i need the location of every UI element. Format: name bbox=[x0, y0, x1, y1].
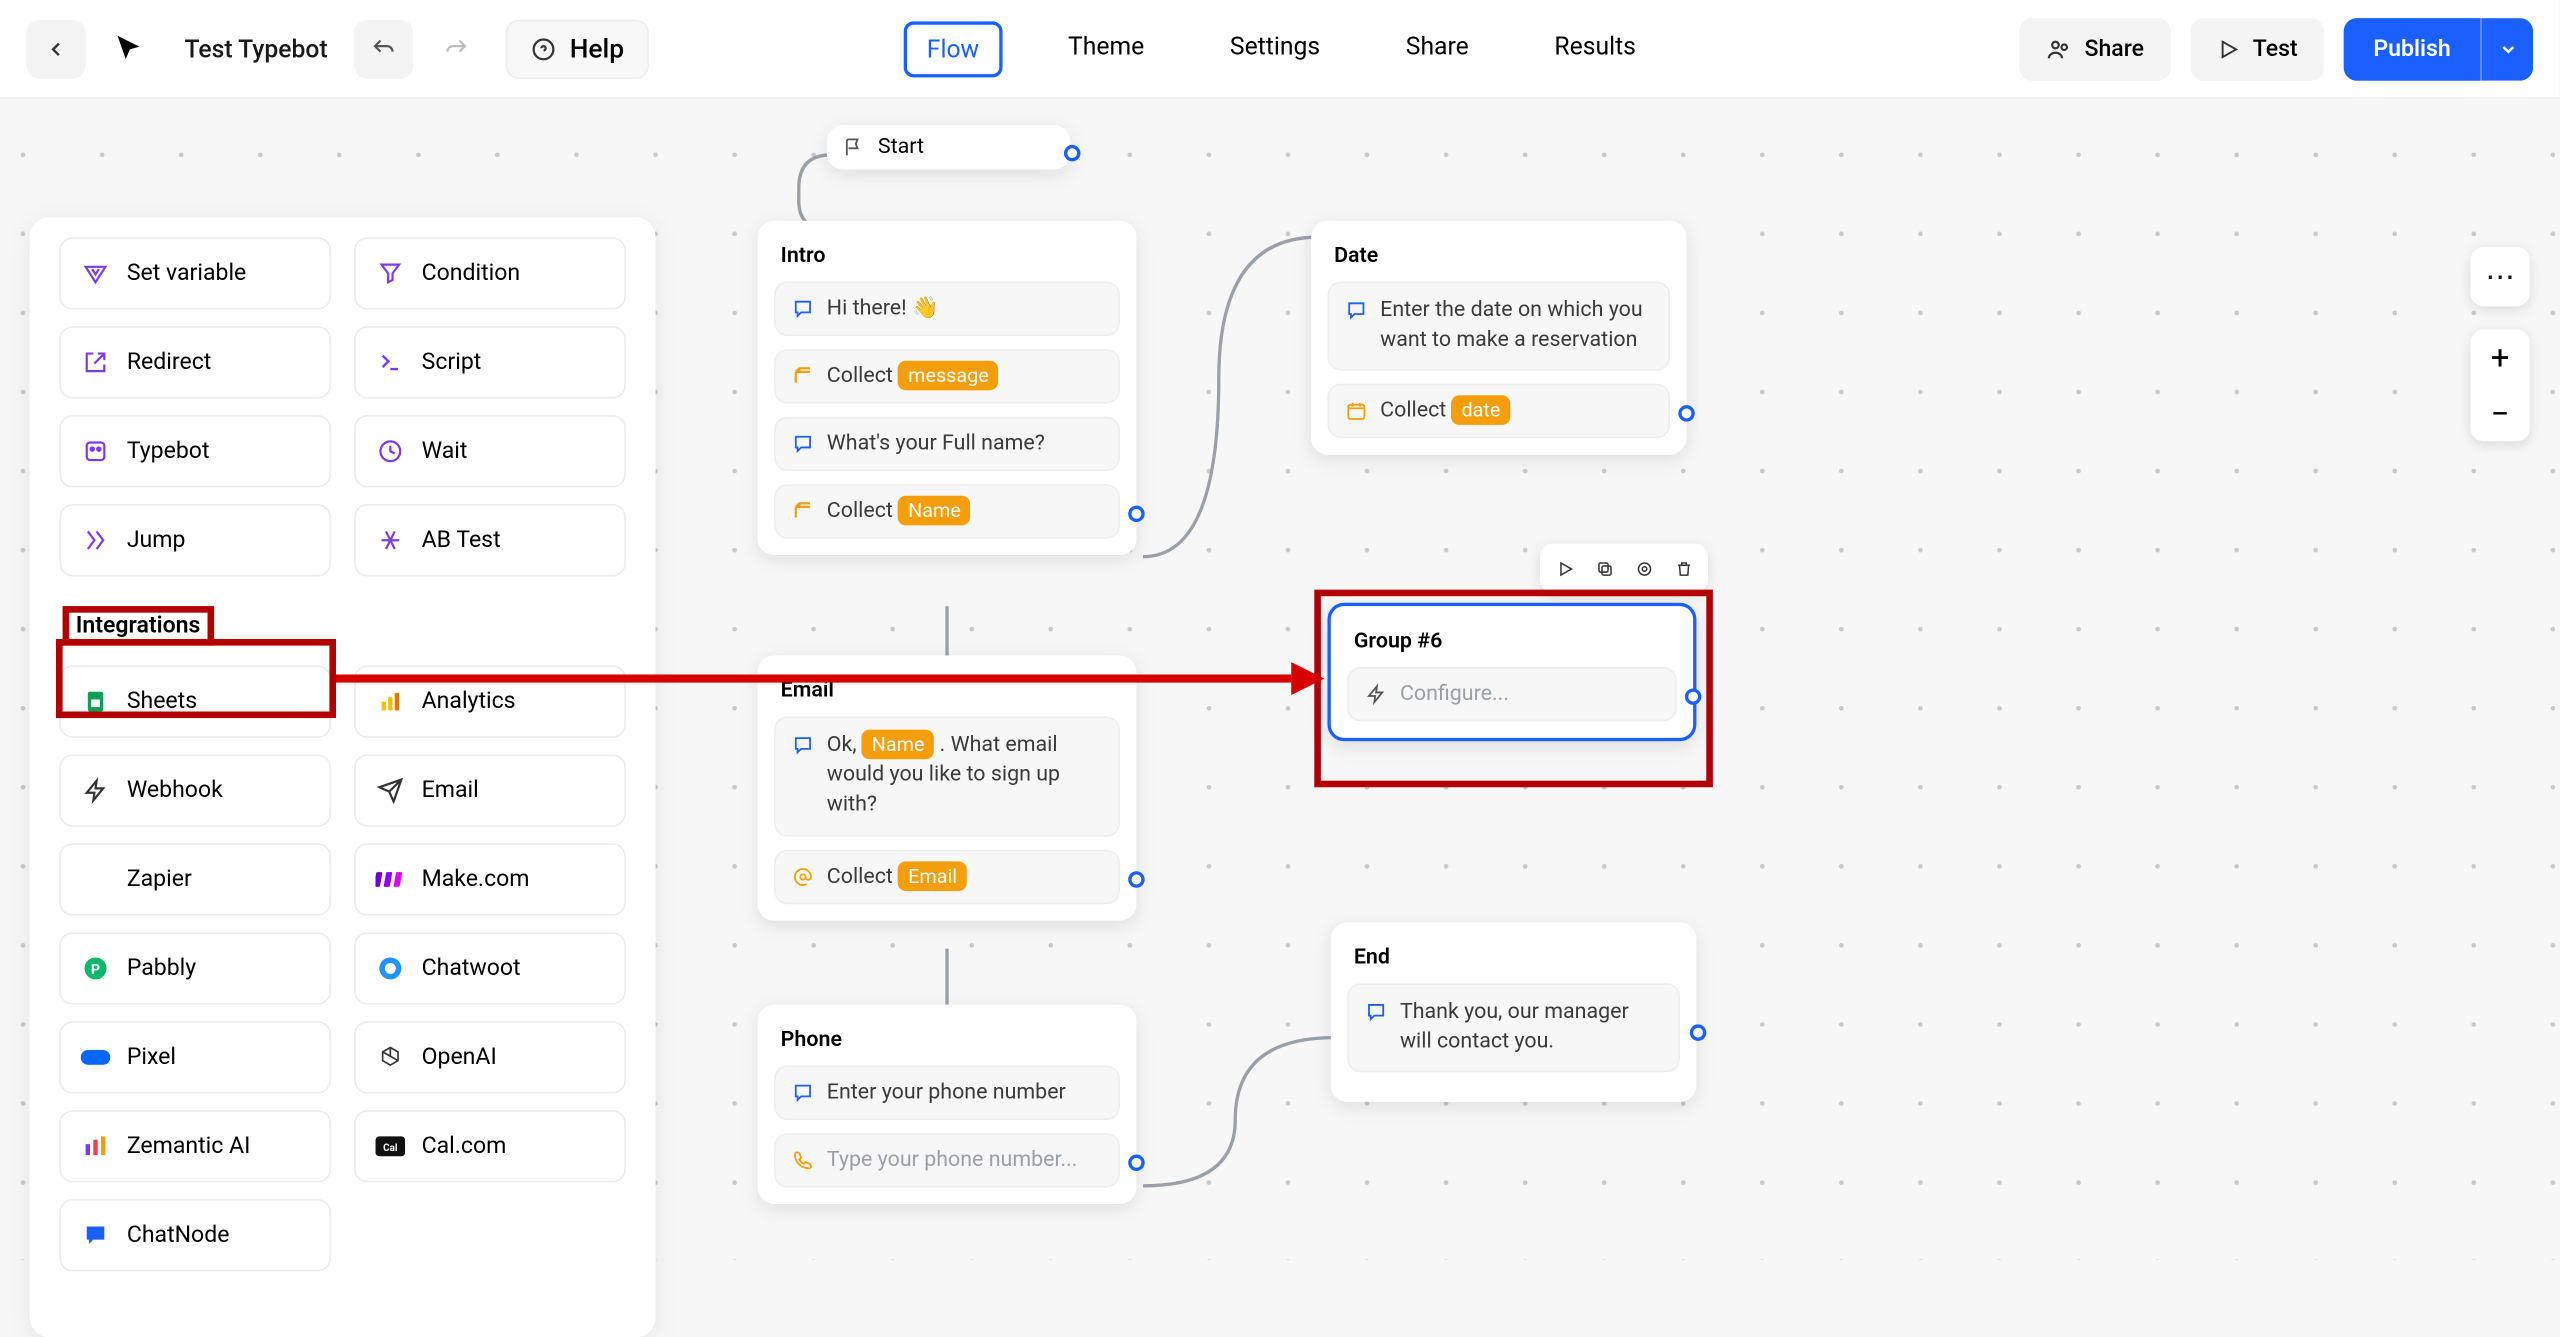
help-button[interactable]: Help bbox=[506, 19, 649, 78]
node-date[interactable]: Date Enter the date on which you want to… bbox=[1311, 221, 1687, 455]
block-jump[interactable]: Jump bbox=[59, 504, 331, 576]
block-zapier[interactable]: Zapier bbox=[59, 843, 331, 915]
toolbar-delete[interactable] bbox=[1665, 550, 1701, 586]
share-label: Share bbox=[2085, 35, 2144, 61]
block-wait[interactable]: Wait bbox=[354, 415, 626, 487]
toolbar-target[interactable] bbox=[1626, 550, 1662, 586]
publish-dropdown[interactable] bbox=[2480, 17, 2533, 80]
block-make[interactable]: Make.com bbox=[354, 843, 626, 915]
block-chatnode[interactable]: ChatNode bbox=[59, 1199, 331, 1271]
email-collect[interactable]: Collect Email bbox=[774, 849, 1120, 903]
node-start[interactable]: Start bbox=[827, 125, 1071, 169]
tab-theme[interactable]: Theme bbox=[1048, 21, 1164, 77]
start-label: Start bbox=[878, 135, 924, 160]
block-typebot[interactable]: Typebot bbox=[59, 415, 331, 487]
nav-tabs: Flow Theme Settings Share Results bbox=[904, 21, 1656, 77]
block-script[interactable]: Script bbox=[354, 326, 626, 398]
block-set-variable[interactable]: Set variable bbox=[59, 237, 331, 309]
undo-button[interactable] bbox=[354, 19, 413, 78]
intro-msg1[interactable]: Hi there! 👋 bbox=[774, 282, 1120, 336]
more-button[interactable]: ⋯ bbox=[2471, 247, 2530, 306]
node-toolbar bbox=[1540, 544, 1708, 593]
intro-msg2[interactable]: What's your Full name? bbox=[774, 417, 1120, 471]
block-zemantic[interactable]: Zemantic AI bbox=[59, 1110, 331, 1182]
highlight-group6 bbox=[1314, 590, 1713, 788]
tab-share[interactable]: Share bbox=[1386, 21, 1489, 77]
node-email[interactable]: Email Ok, Name . What email would you li… bbox=[758, 656, 1137, 920]
header: Test Typebot Help Flow Theme Settings Sh… bbox=[0, 0, 2559, 99]
share-button[interactable]: Share bbox=[2019, 17, 2171, 80]
block-pixel[interactable]: Pixel bbox=[59, 1021, 331, 1093]
zoom-out[interactable]: − bbox=[2471, 385, 2530, 441]
tab-results[interactable]: Results bbox=[1535, 21, 1656, 77]
node-phone[interactable]: Phone Enter your phone number Type your … bbox=[758, 1005, 1137, 1204]
block-condition[interactable]: Condition bbox=[354, 237, 626, 309]
block-webhook[interactable]: Webhook bbox=[59, 754, 331, 826]
date-msg[interactable]: Enter the date on which you want to make… bbox=[1327, 282, 1670, 372]
svg-text:P: P bbox=[91, 962, 100, 978]
email-title: Email bbox=[781, 679, 1114, 704]
zoom-in[interactable]: + bbox=[2471, 329, 2530, 385]
flow-title[interactable]: Test Typebot bbox=[184, 34, 327, 64]
svg-text:Cal: Cal bbox=[383, 1143, 397, 1154]
blocks-panel: Set variable Condition Redirect Script T… bbox=[30, 217, 656, 1337]
intro-collect-msg[interactable]: Collect message bbox=[774, 349, 1120, 403]
back-button[interactable] bbox=[26, 19, 85, 78]
tab-flow[interactable]: Flow bbox=[904, 21, 1002, 77]
help-label: Help bbox=[570, 33, 624, 64]
intro-collect-name[interactable]: Collect Name bbox=[774, 484, 1120, 538]
phone-msg[interactable]: Enter your phone number bbox=[774, 1066, 1120, 1120]
block-analytics[interactable]: Analytics bbox=[354, 665, 626, 737]
redo-button[interactable] bbox=[426, 19, 485, 78]
test-button[interactable]: Test bbox=[2190, 17, 2324, 80]
email-msg[interactable]: Ok, Name . What email would you like to … bbox=[774, 716, 1120, 836]
phone-input[interactable]: Type your phone number... bbox=[774, 1133, 1120, 1187]
tab-settings[interactable]: Settings bbox=[1210, 21, 1340, 77]
node-intro[interactable]: Intro Hi there! 👋 Collect message What's… bbox=[758, 221, 1137, 555]
block-redirect[interactable]: Redirect bbox=[59, 326, 331, 398]
block-abtest[interactable]: AB Test bbox=[354, 504, 626, 576]
block-email[interactable]: Email bbox=[354, 754, 626, 826]
zoom-controls: + − bbox=[2471, 329, 2530, 441]
highlight-webhook bbox=[56, 639, 336, 718]
date-collect[interactable]: Collect date bbox=[1327, 384, 1670, 438]
block-pabbly[interactable]: PPabbly bbox=[59, 932, 331, 1004]
date-title: Date bbox=[1334, 244, 1663, 269]
block-calcom[interactable]: CalCal.com bbox=[354, 1110, 626, 1182]
end-msg[interactable]: Thank you, our manager will contact you. bbox=[1347, 983, 1680, 1073]
phone-title: Phone bbox=[781, 1028, 1114, 1053]
block-chatwoot[interactable]: Chatwoot bbox=[354, 932, 626, 1004]
cursor-icon[interactable] bbox=[99, 19, 158, 78]
toolbar-copy[interactable] bbox=[1586, 550, 1622, 586]
block-openai[interactable]: OpenAI bbox=[354, 1021, 626, 1093]
canvas[interactable]: Set variable Condition Redirect Script T… bbox=[0, 99, 2559, 1260]
publish-button[interactable]: Publish bbox=[2344, 17, 2481, 80]
node-end[interactable]: End Thank you, our manager will contact … bbox=[1331, 922, 1697, 1102]
intro-title: Intro bbox=[781, 244, 1114, 269]
end-title: End bbox=[1354, 945, 1674, 970]
toolbar-play[interactable] bbox=[1547, 550, 1583, 586]
test-label: Test bbox=[2253, 35, 2298, 61]
